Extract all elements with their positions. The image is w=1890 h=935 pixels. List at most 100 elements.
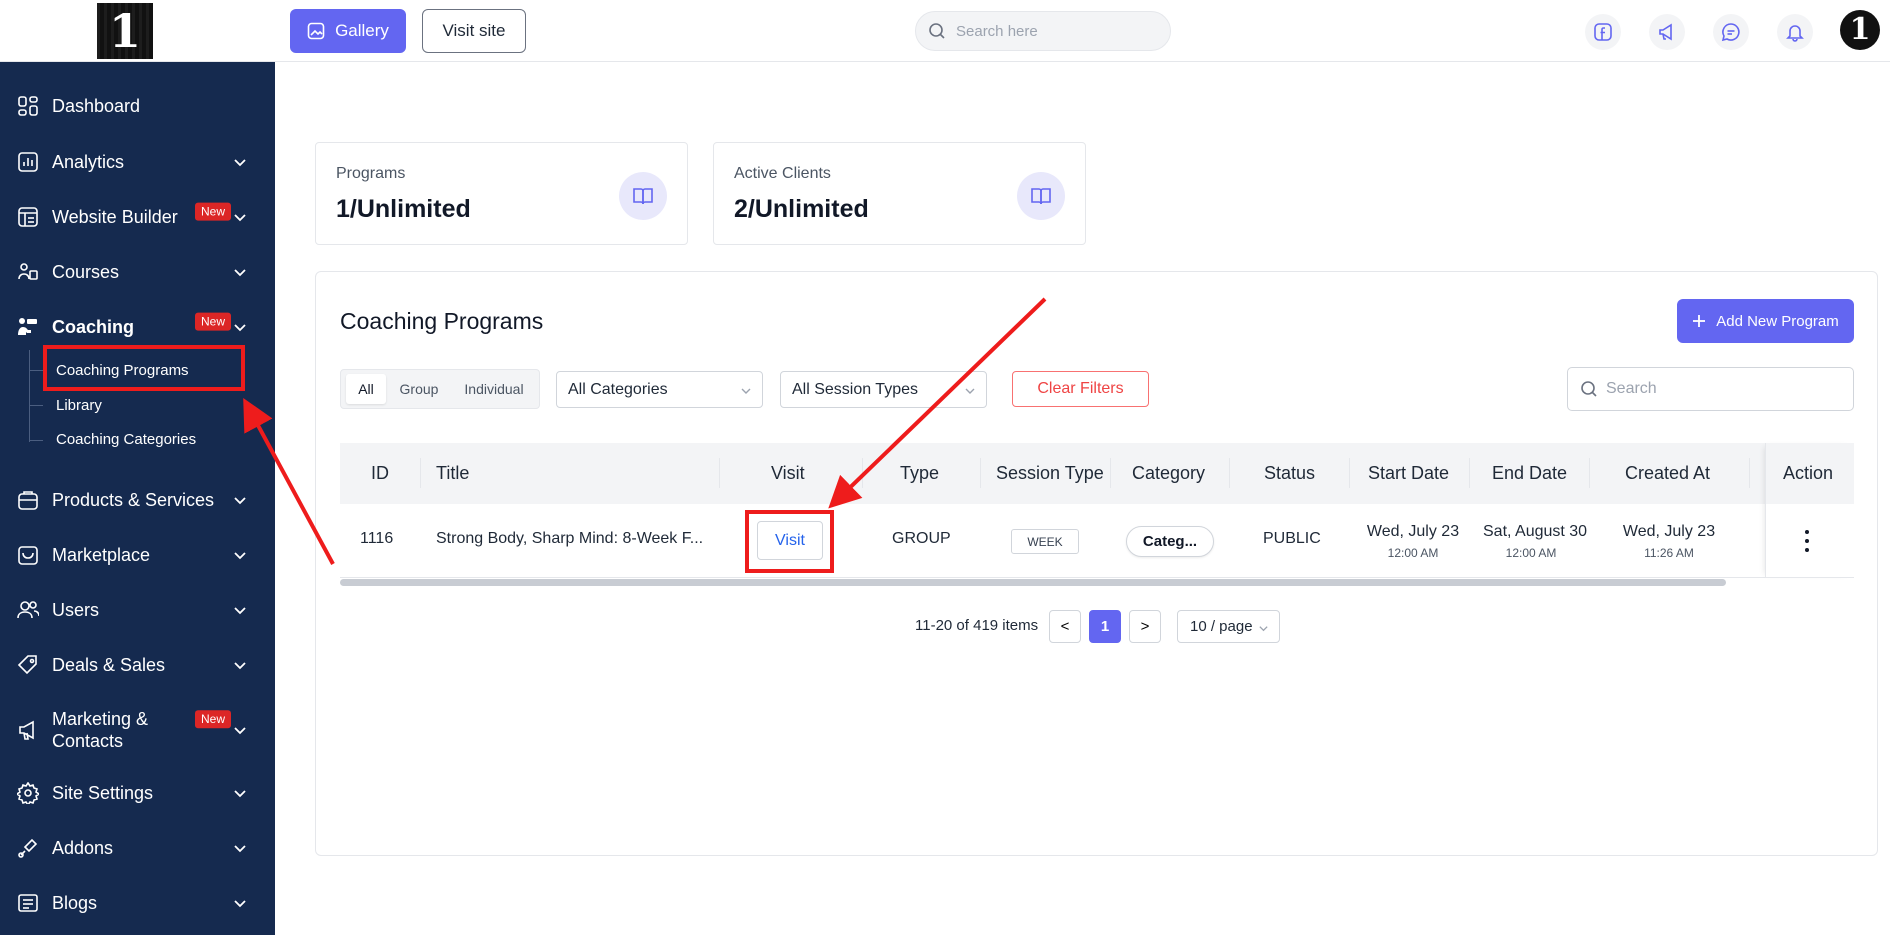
marketplace-icon [16,543,40,567]
table-search-input[interactable] [1606,380,1846,398]
stat-label: Programs [336,165,406,182]
column-separator [1589,458,1590,488]
sidebar-subitem-coaching-programs[interactable]: Coaching Programs [56,362,189,379]
submenu-hook [29,440,43,441]
megaphone-icon[interactable] [1649,14,1685,50]
sidebar-item-addons[interactable]: Addons [0,822,275,874]
more-options-icon[interactable] [1800,530,1814,552]
sidebar-item-courses[interactable]: Courses [0,246,275,298]
cell-start-time: 12:00 AM [1387,546,1439,560]
brand-logo[interactable]: 1 [97,3,153,59]
sidebar-item-website-builder[interactable]: Website Builder New [0,191,275,243]
sidebar-item-coaching[interactable]: Coaching New [0,301,275,353]
blogs-icon [16,891,40,915]
sidebar-item-label: Blogs [52,893,98,913]
new-badge: New [195,710,232,729]
cell-status: PUBLIC [1263,530,1321,547]
top-search-input[interactable] [956,22,1146,40]
stat-value: 2/Unlimited [734,195,869,223]
page-size-value: 10 / page [1190,618,1253,635]
chevron-down-icon [965,388,975,394]
session-type-tag: WEEK [1011,529,1079,554]
chevron-down-icon [1259,626,1268,632]
sidebar-item-label: Coaching [52,317,135,337]
column-header-visit[interactable]: Visit [771,443,805,504]
addons-icon [16,836,40,860]
submenu-hook [29,370,43,371]
table-search[interactable] [1567,367,1854,411]
column-header-type[interactable]: Type [900,443,939,504]
sidebar-item-site-settings[interactable]: Site Settings [0,767,275,819]
sidebar-item-marketplace[interactable]: Marketplace [0,529,275,581]
megaphone-icon [16,718,40,742]
gallery-button[interactable]: Gallery [290,9,406,53]
chevron-down-icon [234,159,246,167]
segment-all[interactable]: All [346,374,386,404]
sidebar-item-deals-sales[interactable]: Deals & Sales [0,639,275,691]
sidebar-item-users[interactable]: Users [0,584,275,636]
chevron-down-icon [234,727,246,735]
table-horizontal-scrollbar[interactable] [340,579,1726,586]
sidebar-item-label: Products & Services [52,490,215,510]
chat-icon[interactable] [1713,14,1749,50]
sidebar-item-dashboard[interactable]: Dashboard [0,80,275,132]
segment-group[interactable]: Group [391,374,447,404]
cell-title[interactable]: Strong Body, Sharp Mind: 8-Week F... [436,530,706,548]
sidebar: 1 Dashboard Analytics Website Builder Ne… [0,0,275,935]
clear-filters-button[interactable]: Clear Filters [1012,371,1149,407]
tag-icon [16,653,40,677]
submenu-hook [29,405,43,406]
top-search[interactable] [915,11,1171,51]
column-header-title[interactable]: Title [436,443,469,504]
table-header: ID Title Visit Type Session Type Categor… [340,443,1854,504]
column-header-session-type[interactable]: Session Type [996,443,1104,504]
category-tag[interactable]: Categ... [1126,526,1214,557]
stat-label: Active Clients [734,165,831,182]
page-1-button[interactable]: 1 [1089,610,1121,643]
column-header-end-date[interactable]: End Date [1492,443,1567,504]
prev-page-button[interactable]: < [1049,610,1081,643]
sidebar-item-label: Marketing & Contacts [52,709,149,751]
sidebar-item-marketing-contacts[interactable]: Marketing & Contacts New [0,703,275,757]
courses-icon [16,260,40,284]
column-separator [1749,458,1750,488]
sidebar-item-label: Addons [52,838,114,858]
chevron-down-icon [234,790,246,798]
products-icon [16,488,40,512]
chevron-down-icon [234,607,246,615]
page-size-select[interactable]: 10 / page [1177,610,1280,643]
sidebar-item-analytics[interactable]: Analytics [0,136,275,188]
column-header-category[interactable]: Category [1132,443,1205,504]
stat-card-programs: Programs 1/Unlimited [315,142,688,245]
sidebar-item-blogs[interactable]: Blogs [0,877,275,929]
sidebar-item-label: Courses [52,262,120,282]
session-type-filter-select[interactable]: All Session Types [780,371,987,408]
sidebar-subitem-coaching-categories[interactable]: Coaching Categories [56,431,196,448]
chevron-down-icon [234,214,246,222]
sidebar-item-label: Dashboard [52,96,141,116]
column-header-created-at[interactable]: Created At [1625,443,1710,504]
action-column [1765,443,1854,578]
category-filter-select[interactable]: All Categories [556,371,763,408]
sidebar-item-products-services[interactable]: Products & Services [0,474,275,526]
next-page-button[interactable]: > [1129,610,1161,643]
column-header-id[interactable]: ID [371,443,389,504]
add-new-program-button[interactable]: Add New Program [1677,299,1854,343]
sidebar-item-label: Analytics [52,152,125,172]
cell-end-time: 12:00 AM [1505,546,1557,560]
book-icon [619,172,667,220]
column-header-start-date[interactable]: Start Date [1368,443,1449,504]
avatar[interactable]: 1 [1840,10,1880,50]
facebook-icon[interactable] [1585,14,1621,50]
sidebar-subitem-library[interactable]: Library [56,397,102,414]
column-header-status[interactable]: Status [1264,443,1315,504]
chevron-down-icon [234,324,246,332]
submenu-guide-line [29,350,30,442]
column-separator [719,458,720,488]
bell-icon[interactable] [1777,14,1813,50]
segment-individual[interactable]: Individual [451,374,537,404]
pagination-range: 11-20 of 419 items [915,617,1039,634]
visit-site-button[interactable]: Visit site [422,9,526,53]
visit-program-button[interactable]: Visit [757,521,823,560]
cell-start-date: Wed, July 23 [1366,523,1460,540]
